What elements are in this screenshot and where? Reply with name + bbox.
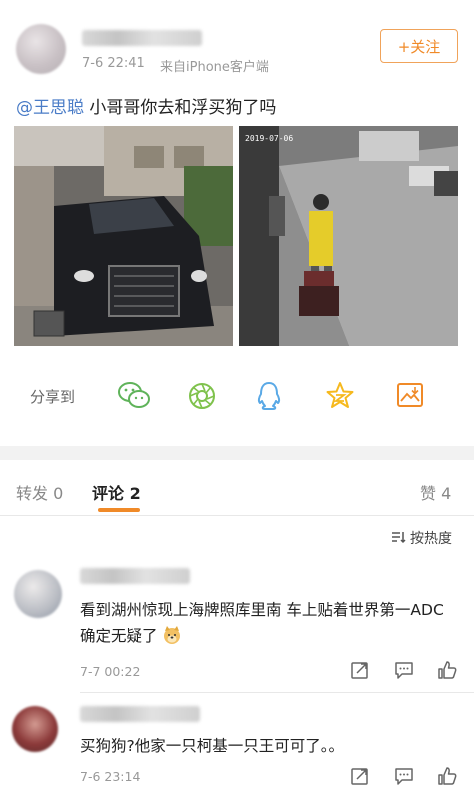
tab-like[interactable]: 赞 4 xyxy=(420,480,451,504)
comment-text: 买狗狗?他家一只柯基一只王可可了。。 xyxy=(80,737,344,755)
tabs-divider xyxy=(0,515,474,516)
comment-text: 看到湖州惊现上海牌照库里南 车上贴着世界第一ADC 确定无疑了 xyxy=(80,601,444,645)
wechat-icon[interactable] xyxy=(117,380,151,412)
save-image-icon[interactable] xyxy=(395,381,425,411)
tab-active-indicator xyxy=(98,508,140,512)
author-name-obscured[interactable] xyxy=(82,30,202,46)
sort-label[interactable]: 按热度 xyxy=(410,528,452,548)
like-icon[interactable] xyxy=(436,659,458,681)
repost-icon[interactable] xyxy=(350,766,370,786)
comment-divider xyxy=(80,692,474,693)
qq-icon[interactable] xyxy=(256,380,282,412)
author-avatar[interactable] xyxy=(16,24,66,74)
post-body: 小哥哥你去和浮买狗了吗 xyxy=(84,98,277,118)
photo-timestamp: 2019-07-06 xyxy=(245,134,294,143)
post-text: @王思聪 小哥哥你去和浮买狗了吗 xyxy=(16,93,276,118)
comment-avatar[interactable] xyxy=(12,706,58,752)
mention-link[interactable]: @王思聪 xyxy=(16,98,84,118)
repost-icon[interactable] xyxy=(350,660,370,680)
doge-emoji-icon xyxy=(162,625,182,645)
comment-avatar[interactable] xyxy=(14,570,62,618)
post-photo-cctv[interactable]: 2019-07-06 xyxy=(239,126,458,346)
tab-repost[interactable]: 转发 0 xyxy=(16,480,63,504)
sort-icon[interactable] xyxy=(390,529,406,545)
post-photo-car[interactable] xyxy=(14,126,233,346)
follow-button[interactable]: +关注 xyxy=(380,29,458,63)
comment-time: 7-7 00:22 xyxy=(80,664,141,679)
comment-time: 7-6 23:14 xyxy=(80,769,141,784)
reply-icon[interactable] xyxy=(394,660,414,680)
post-source: 来自iPhone客户端 xyxy=(160,60,269,75)
reply-icon[interactable] xyxy=(394,766,414,786)
post-time: 7-6 22:41 xyxy=(82,56,145,71)
tab-comment[interactable]: 评论 2 xyxy=(92,480,141,504)
comment-username-obscured[interactable] xyxy=(80,568,190,584)
comment-username-obscured[interactable] xyxy=(80,706,200,722)
share-label: 分享到 xyxy=(30,388,76,406)
section-divider xyxy=(0,446,474,460)
moments-icon[interactable] xyxy=(187,381,217,411)
like-icon[interactable] xyxy=(436,765,458,787)
qzone-icon[interactable] xyxy=(324,380,356,412)
